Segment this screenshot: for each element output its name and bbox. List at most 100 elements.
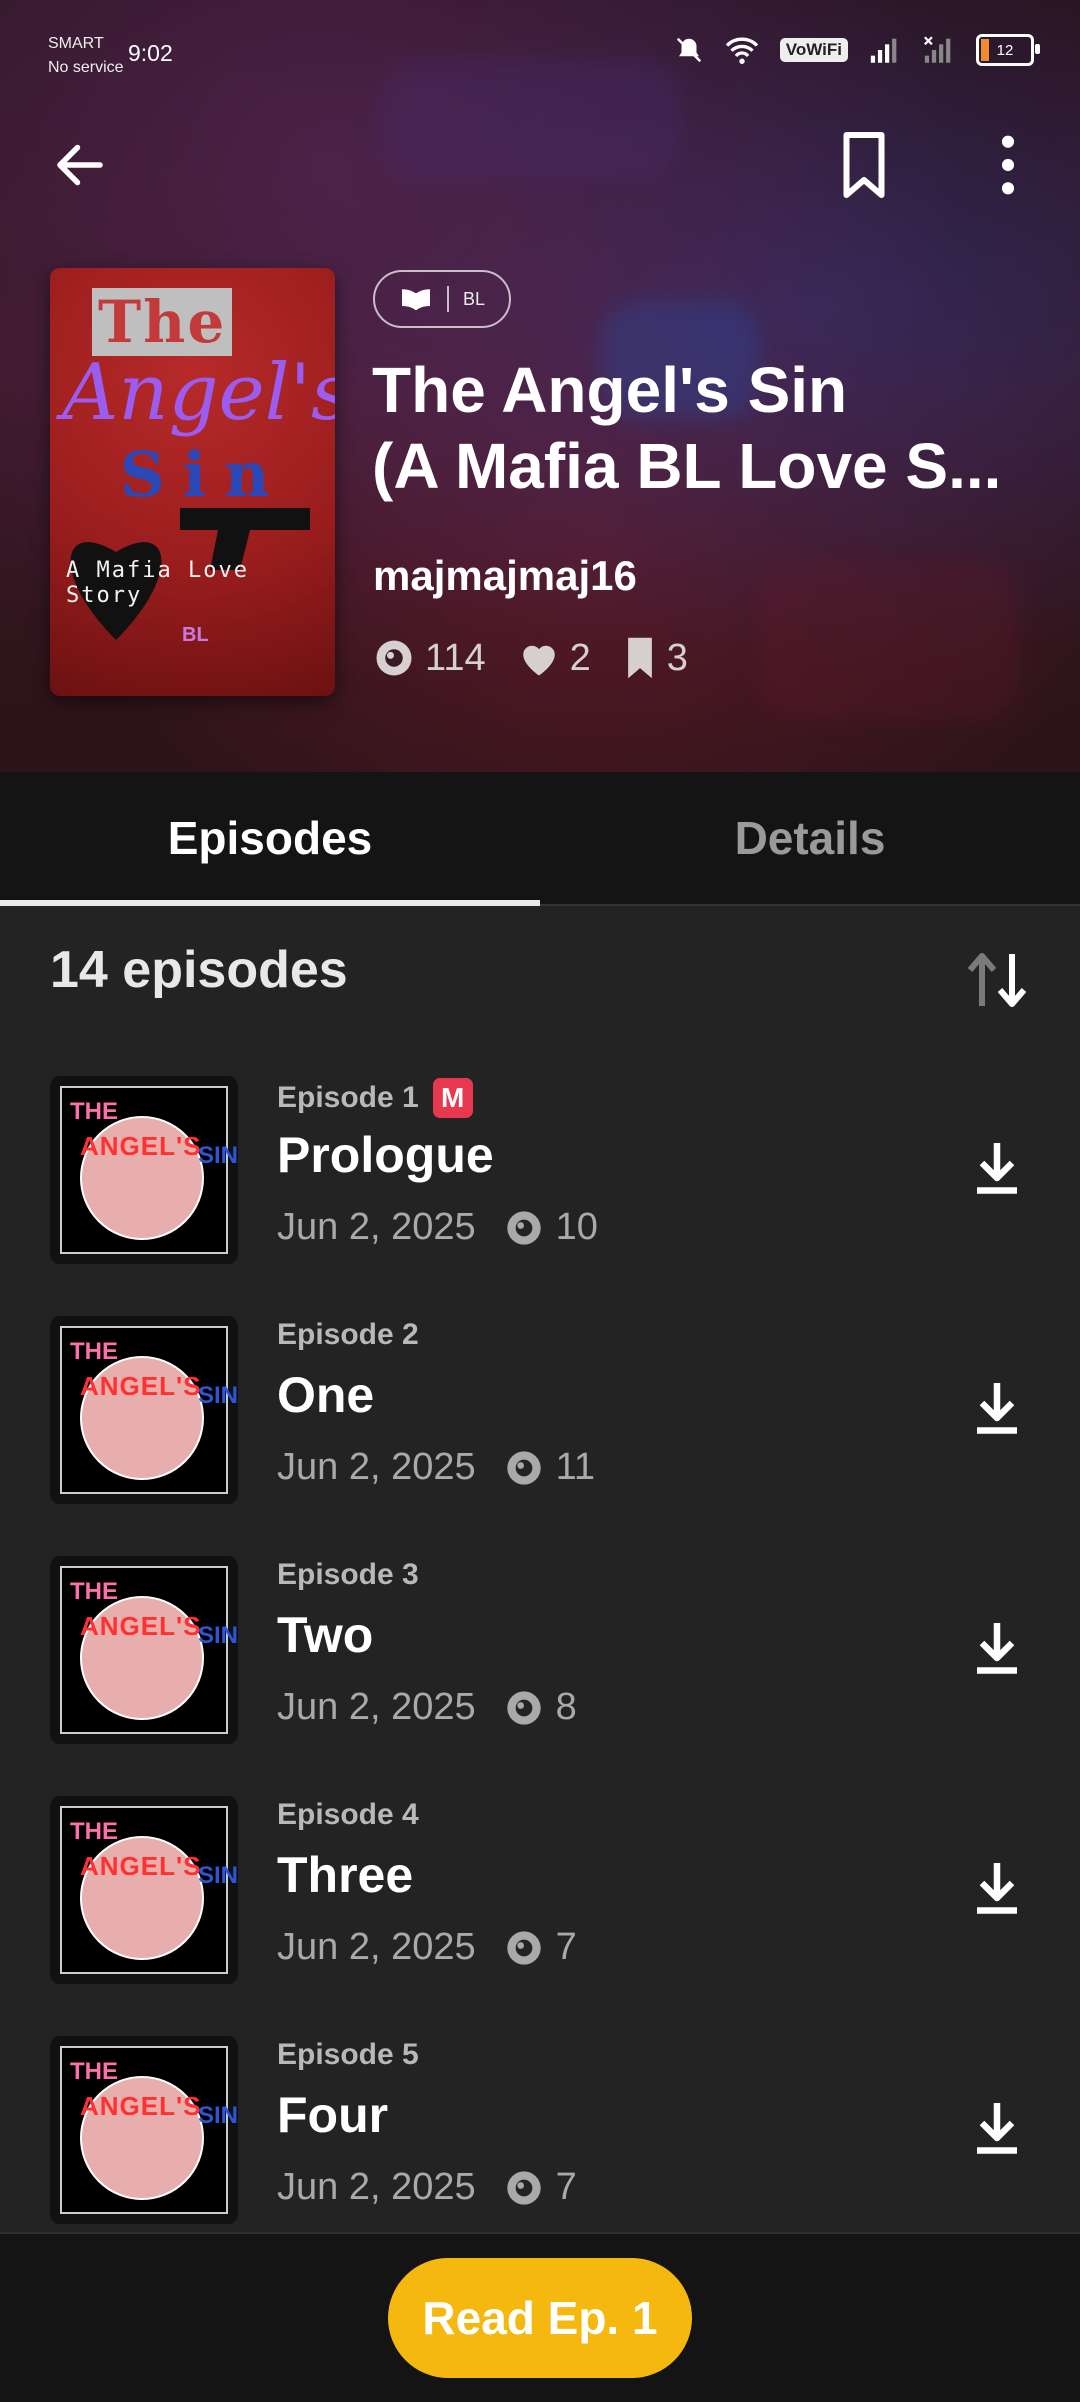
episode-number: Episode 2 xyxy=(277,1318,419,1351)
more-vertical-icon xyxy=(1001,135,1015,195)
bookmarks-stat: 3 xyxy=(623,636,688,680)
mature-badge: M xyxy=(432,1078,473,1118)
episode-thumbnail: THE ANGEL'S SIN xyxy=(50,1796,238,1984)
episode-title: Three xyxy=(277,1847,414,1903)
thumbnail-text-angels: ANGEL'S xyxy=(80,1611,202,1641)
episode-views: 11 xyxy=(504,1446,595,1489)
episode-meta: Jun 2, 2025 7 xyxy=(277,1926,577,1969)
thumbnail-text-sin: SIN xyxy=(198,1862,238,1889)
episode-date: Jun 2, 2025 xyxy=(277,1206,476,1248)
signal-icon xyxy=(870,38,897,63)
likes-stat: 2 xyxy=(518,637,591,680)
episode-thumbnail: THE ANGEL'S SIN xyxy=(50,1316,238,1504)
story-header: SMART No service 9:02 VoWiFi 12 The Ange… xyxy=(0,0,1080,772)
eye-icon xyxy=(506,2170,541,2205)
download-button[interactable] xyxy=(972,1858,1022,1918)
more-options-button[interactable] xyxy=(980,130,1036,200)
episode-date: Jun 2, 2025 xyxy=(277,1686,476,1728)
episode-title: One xyxy=(277,1367,375,1423)
tab-episodes[interactable]: Episodes xyxy=(0,772,540,906)
mute-bell-icon xyxy=(676,37,701,63)
thumbnail-text-the: THE xyxy=(70,1098,118,1125)
download-icon xyxy=(977,2103,1017,2154)
thumbnail-text-sin: SIN xyxy=(198,2102,238,2129)
thumbnail-text-sin: SIN xyxy=(198,1382,238,1409)
episode-date: Jun 2, 2025 xyxy=(277,2166,476,2208)
book-icon xyxy=(401,289,430,311)
episode-views: 10 xyxy=(504,1206,598,1249)
no-signal-icon xyxy=(924,36,951,63)
episode-title: Four xyxy=(277,2087,389,2143)
tab-details[interactable]: Details xyxy=(540,772,1080,904)
download-icon xyxy=(977,1383,1017,1434)
thumbnail-text-angels: ANGEL'S xyxy=(80,1371,202,1401)
eye-icon xyxy=(506,1450,541,1485)
genre-separator xyxy=(446,286,449,312)
vowifi-badge: VoWiFi xyxy=(779,38,848,62)
episode-date: Jun 2, 2025 xyxy=(277,1926,476,1968)
download-button[interactable] xyxy=(972,2098,1022,2158)
download-icon xyxy=(977,1863,1017,1914)
eye-icon xyxy=(376,640,412,676)
episodes-count: 14 episodes xyxy=(50,941,348,999)
download-icon xyxy=(977,1623,1017,1674)
episode-row[interactable]: THE ANGEL'S SIN Episode 2 One Jun 2, 202… xyxy=(0,1308,1080,1548)
tab-bar: Episodes Details xyxy=(0,772,1080,906)
back-arrow-icon xyxy=(57,144,103,186)
episode-number: Episode 1 M xyxy=(277,1078,473,1118)
thumbnail-text-the: THE xyxy=(70,1818,118,1845)
thumbnail-text-sin: SIN xyxy=(198,1142,238,1169)
episode-views: 8 xyxy=(504,1686,577,1729)
thumbnail-text-angels: ANGEL'S xyxy=(80,1851,202,1881)
sort-button[interactable] xyxy=(964,950,1030,1010)
bottom-bar: Read Ep. 1 xyxy=(0,2232,1080,2402)
sort-icon xyxy=(967,953,1027,1007)
read-episode-button[interactable]: Read Ep. 1 xyxy=(388,2258,692,2378)
thumbnail-text-the: THE xyxy=(70,1338,118,1365)
thumbnail-text-the: THE xyxy=(70,1578,118,1605)
episode-number: Episode 5 xyxy=(277,2038,419,2071)
episode-title: Prologue xyxy=(277,1127,494,1183)
episode-row[interactable]: THE ANGEL'S SIN Episode 4 Three Jun 2, 2… xyxy=(0,1788,1080,2028)
views-stat: 114 xyxy=(373,637,486,680)
carrier-label: SMART No service xyxy=(48,35,124,76)
episode-number: Episode 3 xyxy=(277,1558,419,1591)
episode-row[interactable]: THE ANGEL'S SIN Episode 1 M Prologue Jun… xyxy=(0,1068,1080,1308)
genre-label: BL xyxy=(462,288,486,309)
thumbnail-text-sin: SIN xyxy=(198,1622,238,1649)
thumbnail-text-angels: ANGEL'S xyxy=(80,2091,202,2121)
episode-date: Jun 2, 2025 xyxy=(277,1446,476,1488)
genre-pill[interactable]: BL xyxy=(373,270,511,328)
thumbnail-text-angels: ANGEL'S xyxy=(80,1131,202,1161)
author-name[interactable]: majmajmaj16 xyxy=(373,552,637,600)
story-stats: 114 2 3 xyxy=(373,636,720,680)
episode-meta: Jun 2, 2025 7 xyxy=(277,2166,577,2209)
episode-meta: Jun 2, 2025 8 xyxy=(277,1686,577,1729)
episode-thumbnail: THE ANGEL'S SIN xyxy=(50,1076,238,1264)
episode-number: Episode 4 xyxy=(277,1798,419,1831)
eye-icon xyxy=(506,1210,541,1245)
wifi-icon xyxy=(725,37,758,64)
episode-title: Two xyxy=(277,1607,374,1663)
episode-meta: Jun 2, 2025 10 xyxy=(277,1206,598,1249)
download-button[interactable] xyxy=(972,1138,1022,1198)
story-cover: The Angel's Sin A Mafia Love Story BL xyxy=(50,268,335,696)
bookmark-filled-icon xyxy=(627,637,652,679)
episode-row[interactable]: THE ANGEL'S SIN Episode 3 Two Jun 2, 202… xyxy=(0,1548,1080,1788)
eye-icon xyxy=(506,1690,541,1725)
thumbnail-text-the: THE xyxy=(70,2058,118,2085)
episode-thumbnail: THE ANGEL'S SIN xyxy=(50,2036,238,2224)
episode-meta: Jun 2, 2025 11 xyxy=(277,1446,595,1489)
status-icons: VoWiFi 12 xyxy=(674,34,1040,66)
eye-icon xyxy=(506,1930,541,1965)
heart-icon xyxy=(522,645,555,676)
battery-icon: 12 xyxy=(976,34,1040,66)
bookmark-button[interactable] xyxy=(834,130,894,200)
download-icon xyxy=(977,1143,1017,1194)
clock: 9:02 xyxy=(128,40,173,66)
download-button[interactable] xyxy=(972,1618,1022,1678)
download-button[interactable] xyxy=(972,1378,1022,1438)
status-bar: SMART No service 9:02 VoWiFi 12 xyxy=(0,0,1080,110)
episode-list: THE ANGEL'S SIN Episode 1 M Prologue Jun… xyxy=(0,1068,1080,2268)
back-button[interactable] xyxy=(50,130,120,200)
